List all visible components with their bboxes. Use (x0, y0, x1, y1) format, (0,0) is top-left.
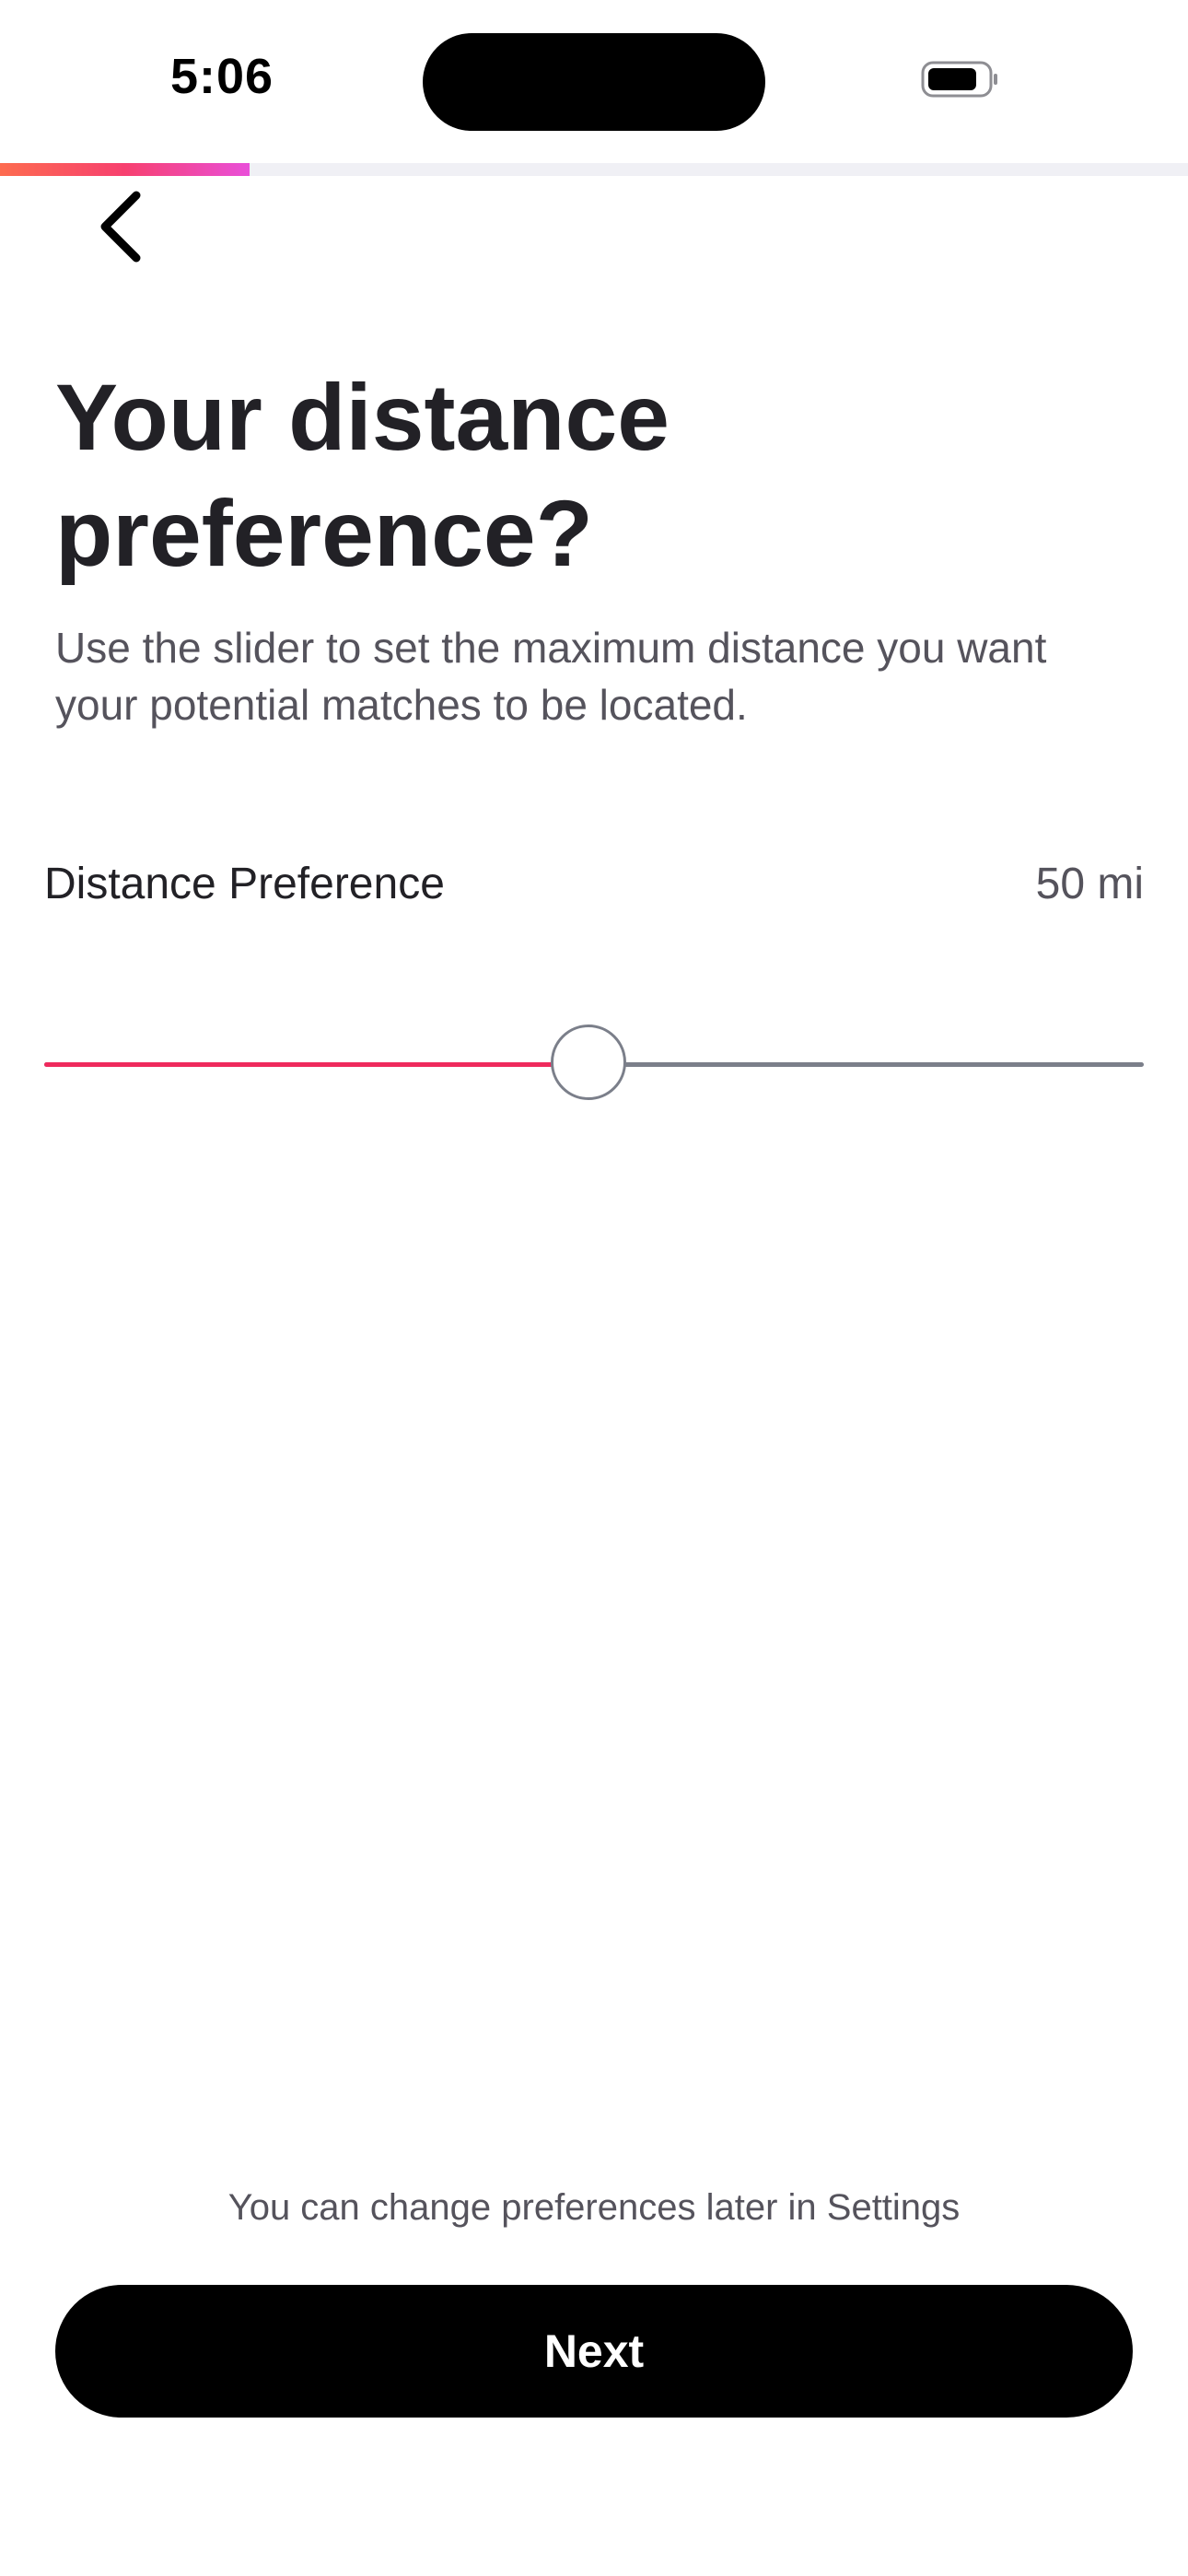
battery-icon (921, 61, 997, 98)
distance-preference-label: Distance Preference (44, 860, 445, 908)
slider-thumb[interactable] (551, 1025, 627, 1100)
dynamic-island (423, 33, 765, 131)
page-description: Use the slider to set the maximum distan… (55, 624, 1047, 729)
distance-slider[interactable] (44, 1023, 1144, 1106)
settings-note: You can change preferences later in Sett… (227, 2187, 961, 2228)
next-button[interactable]: Next (55, 2285, 1133, 2418)
slider-fill (44, 1062, 589, 1067)
chevron-left-icon (100, 191, 141, 263)
status-time: 5:06 (170, 49, 274, 104)
distance-value: 50 mi (1035, 860, 1144, 908)
status-bar: 5:06 (0, 0, 1188, 157)
onboarding-progress-bar (0, 163, 1188, 176)
onboarding-progress-fill (0, 163, 250, 176)
back-button[interactable] (79, 181, 162, 273)
page-title: Your distance preference? (55, 365, 670, 586)
